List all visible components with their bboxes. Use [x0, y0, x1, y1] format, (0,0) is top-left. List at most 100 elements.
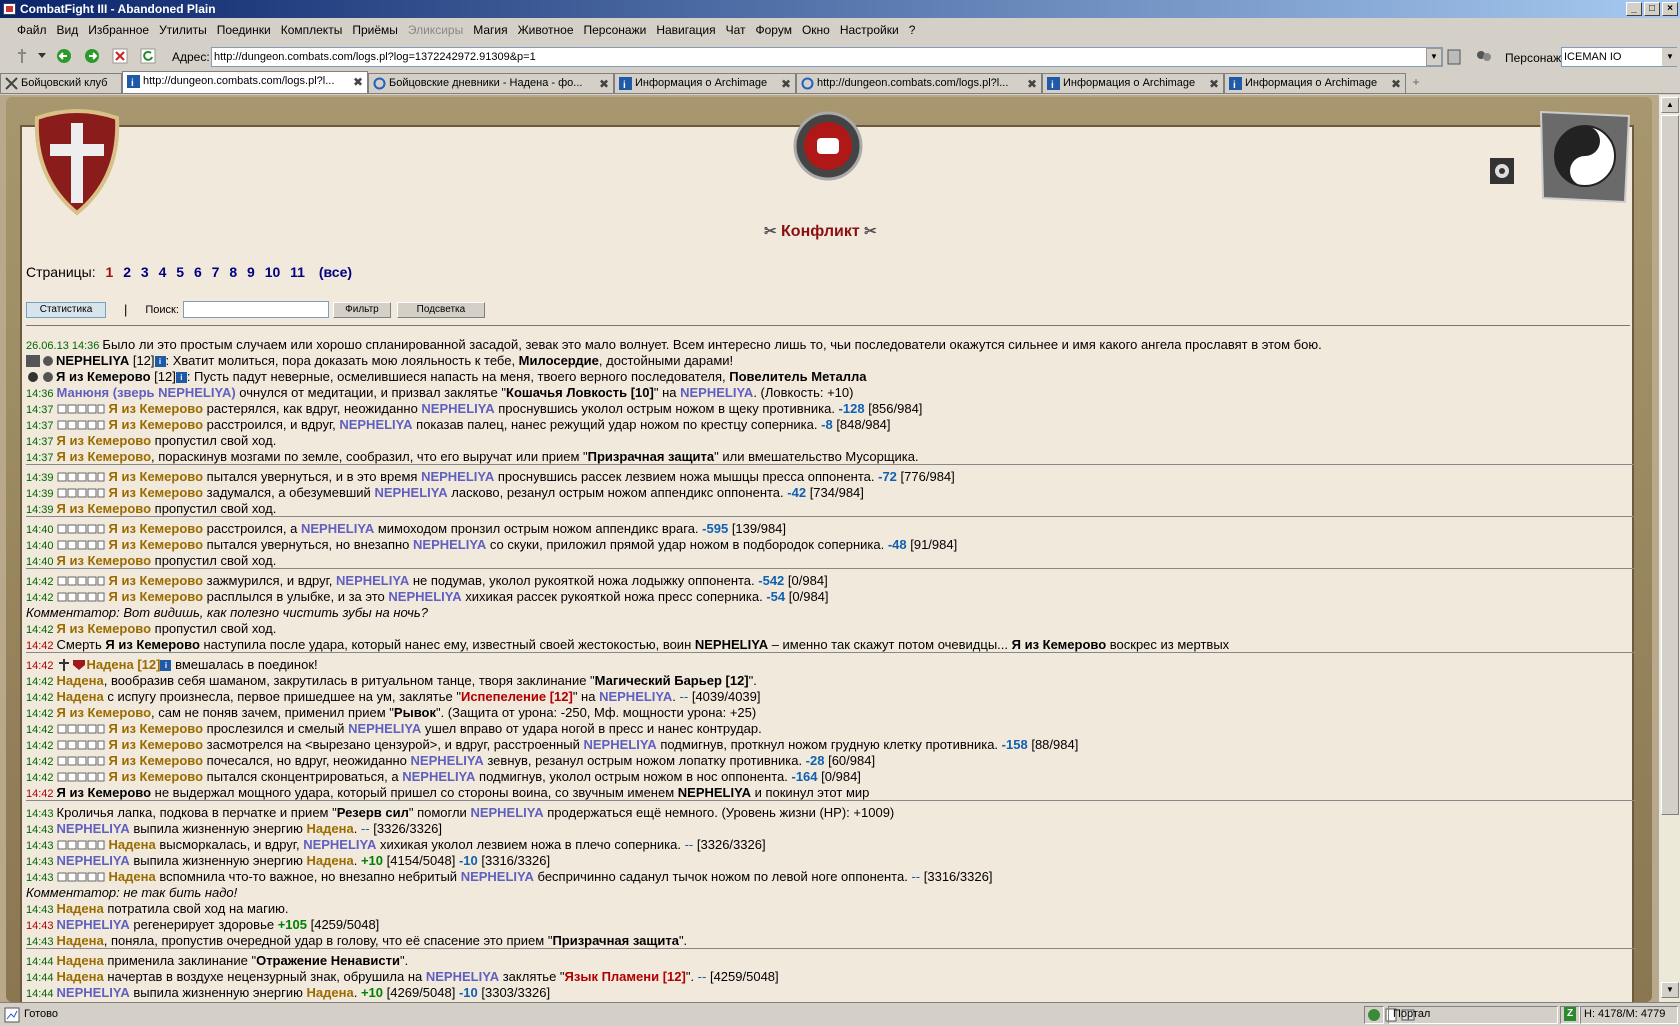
page-link-3[interactable]: 3: [141, 264, 149, 280]
player-name[interactable]: Надена: [109, 837, 156, 852]
player-name[interactable]: Я из Кемерово: [57, 501, 152, 516]
menu-navigation[interactable]: Навигация: [651, 23, 720, 37]
player-name[interactable]: NEPHELIYA: [421, 401, 494, 416]
page-link-8[interactable]: 8: [229, 264, 237, 280]
player-name[interactable]: NEPHELIYA: [57, 853, 130, 868]
forward-icon[interactable]: [84, 48, 100, 64]
player-name[interactable]: Я из Кемерово: [109, 537, 204, 552]
player-name[interactable]: NEPHELIYA: [339, 417, 412, 432]
info-icon[interactable]: i: [175, 372, 187, 383]
scroll-thumb[interactable]: [1661, 115, 1679, 815]
player-name[interactable]: NEPHELIYA: [301, 521, 374, 536]
close-button[interactable]: ×: [1662, 2, 1678, 16]
player-name[interactable]: NEPHELIYA: [348, 721, 421, 736]
highlight-button[interactable]: Подсветка: [396, 301, 485, 318]
new-tab-icon[interactable]: +: [1406, 73, 1426, 93]
player-name[interactable]: Надена: [57, 673, 104, 688]
tab-fight-club[interactable]: Бойцовский клуб: [0, 73, 122, 93]
player-name[interactable]: Надена: [57, 953, 104, 968]
player-name[interactable]: NEPHELIYA: [421, 469, 494, 484]
player-name[interactable]: NEPHELIYA: [413, 537, 486, 552]
filter-button[interactable]: Фильтр: [332, 301, 391, 318]
statistics-button[interactable]: Статистика: [26, 301, 106, 318]
tab-logs-2[interactable]: http://dungeon.combats.com/logs.pl?l... …: [796, 73, 1042, 93]
refresh-icon[interactable]: [140, 48, 156, 64]
player-name[interactable]: Надена: [57, 933, 104, 948]
player-name[interactable]: Я из Кемерово: [109, 589, 204, 604]
page-icon[interactable]: [1446, 49, 1462, 65]
tab-archimage-3[interactable]: i Информация о Archimage ✖: [1224, 73, 1406, 93]
player-name[interactable]: NEPHELIYA: [583, 737, 656, 752]
persona-dropdown-arrow[interactable]: ▼: [1662, 48, 1678, 66]
scroll-up-icon[interactable]: ▲: [1661, 97, 1679, 113]
maximize-button[interactable]: □: [1644, 2, 1660, 16]
page-link-1[interactable]: 1: [106, 264, 114, 280]
player-name[interactable]: Надена: [307, 985, 354, 1000]
menu-chat[interactable]: Чат: [721, 23, 751, 37]
player-name[interactable]: NEPHELIYA: [461, 869, 534, 884]
pin-icon[interactable]: [14, 48, 30, 64]
player-name[interactable]: Я из Кемерово: [57, 785, 152, 800]
player-name[interactable]: Я из Кемерово: [109, 417, 204, 432]
player-name[interactable]: Я из Кемерово: [57, 621, 152, 636]
persona-select[interactable]: ICEMAN IO: [1561, 47, 1677, 67]
player-name[interactable]: NEPHELIYA: [388, 589, 461, 604]
player-name[interactable]: Я из Кемерово: [109, 485, 204, 500]
player-name[interactable]: NEPHELIYA: [678, 785, 751, 800]
player-name[interactable]: Надена: [109, 869, 156, 884]
tab-close-icon[interactable]: ✖: [599, 75, 609, 93]
player-name[interactable]: Я из Кемерово: [109, 769, 204, 784]
page-link-all[interactable]: (все): [319, 264, 352, 280]
player-name[interactable]: NEPHELIYA: [56, 353, 129, 368]
player-name[interactable]: Я из Кемерово: [109, 573, 204, 588]
player-name[interactable]: Я из Кемерово: [57, 705, 152, 720]
tab-close-icon[interactable]: ✖: [781, 75, 791, 93]
player-name[interactable]: Я из Кемерово: [109, 521, 204, 536]
page-link-10[interactable]: 10: [265, 264, 281, 280]
search-input[interactable]: [182, 301, 329, 318]
player-name[interactable]: Надена: [307, 853, 354, 868]
tab-diaries[interactable]: Бойцовские дневники - Надена - фо... ✖: [368, 73, 614, 93]
player-name[interactable]: Надена: [57, 901, 104, 916]
player-name[interactable]: NEPHELIYA: [374, 485, 447, 500]
menu-file[interactable]: Файл: [12, 23, 52, 37]
player-name[interactable]: Надена: [57, 689, 104, 704]
player-name[interactable]: Надена: [57, 969, 104, 984]
player-name[interactable]: Надена [12]: [87, 657, 161, 672]
page-link-5[interactable]: 5: [176, 264, 184, 280]
gear-icon[interactable]: [1488, 156, 1516, 186]
player-name[interactable]: NEPHELIYA: [599, 689, 672, 704]
player-name[interactable]: NEPHELIYA: [680, 385, 753, 400]
player-name[interactable]: NEPHELIYA: [57, 985, 130, 1000]
player-name[interactable]: NEPHELIYA: [57, 821, 130, 836]
player-name[interactable]: Я из Кемерово: [109, 401, 204, 416]
player-name[interactable]: NEPHELIYA: [57, 917, 130, 932]
player-name[interactable]: NEPHELIYA: [426, 969, 499, 984]
back-icon[interactable]: [56, 48, 72, 64]
tab-archimage-1[interactable]: i Информация о Archimage ✖: [614, 73, 796, 93]
tab-close-icon[interactable]: ✖: [1027, 75, 1037, 93]
player-name[interactable]: Я из Кемерово: [105, 637, 200, 652]
tab-logs-1[interactable]: i http://dungeon.combats.com/logs.pl?l..…: [122, 71, 368, 93]
menu-sets[interactable]: Комплекты: [276, 23, 348, 37]
tab-archimage-2[interactable]: i Информация о Archimage ✖: [1042, 73, 1224, 93]
stop-icon[interactable]: [112, 48, 128, 64]
page-link-9[interactable]: 9: [247, 264, 255, 280]
menu-view[interactable]: Вид: [52, 23, 84, 37]
page-link-4[interactable]: 4: [159, 264, 167, 280]
address-dropdown[interactable]: ▼: [1426, 48, 1442, 66]
menu-animal[interactable]: Животное: [513, 23, 579, 37]
player-name[interactable]: NEPHELIYA: [470, 805, 543, 820]
player-name[interactable]: Я из Кемерово: [57, 433, 152, 448]
tab-close-icon[interactable]: ✖: [1209, 75, 1219, 93]
menu-settings[interactable]: Настройки: [835, 23, 904, 37]
users-icon[interactable]: [1474, 49, 1494, 65]
tab-close-icon[interactable]: ✖: [1391, 75, 1401, 93]
menu-utilities[interactable]: Утилиты: [154, 23, 212, 37]
vertical-scrollbar[interactable]: ▲ ▼: [1658, 95, 1680, 1002]
info-icon[interactable]: i: [154, 356, 166, 367]
menu-window[interactable]: Окно: [797, 23, 835, 37]
info-icon[interactable]: i: [160, 660, 172, 671]
player-name[interactable]: Я из Кемерово: [109, 469, 204, 484]
page-link-7[interactable]: 7: [212, 264, 220, 280]
